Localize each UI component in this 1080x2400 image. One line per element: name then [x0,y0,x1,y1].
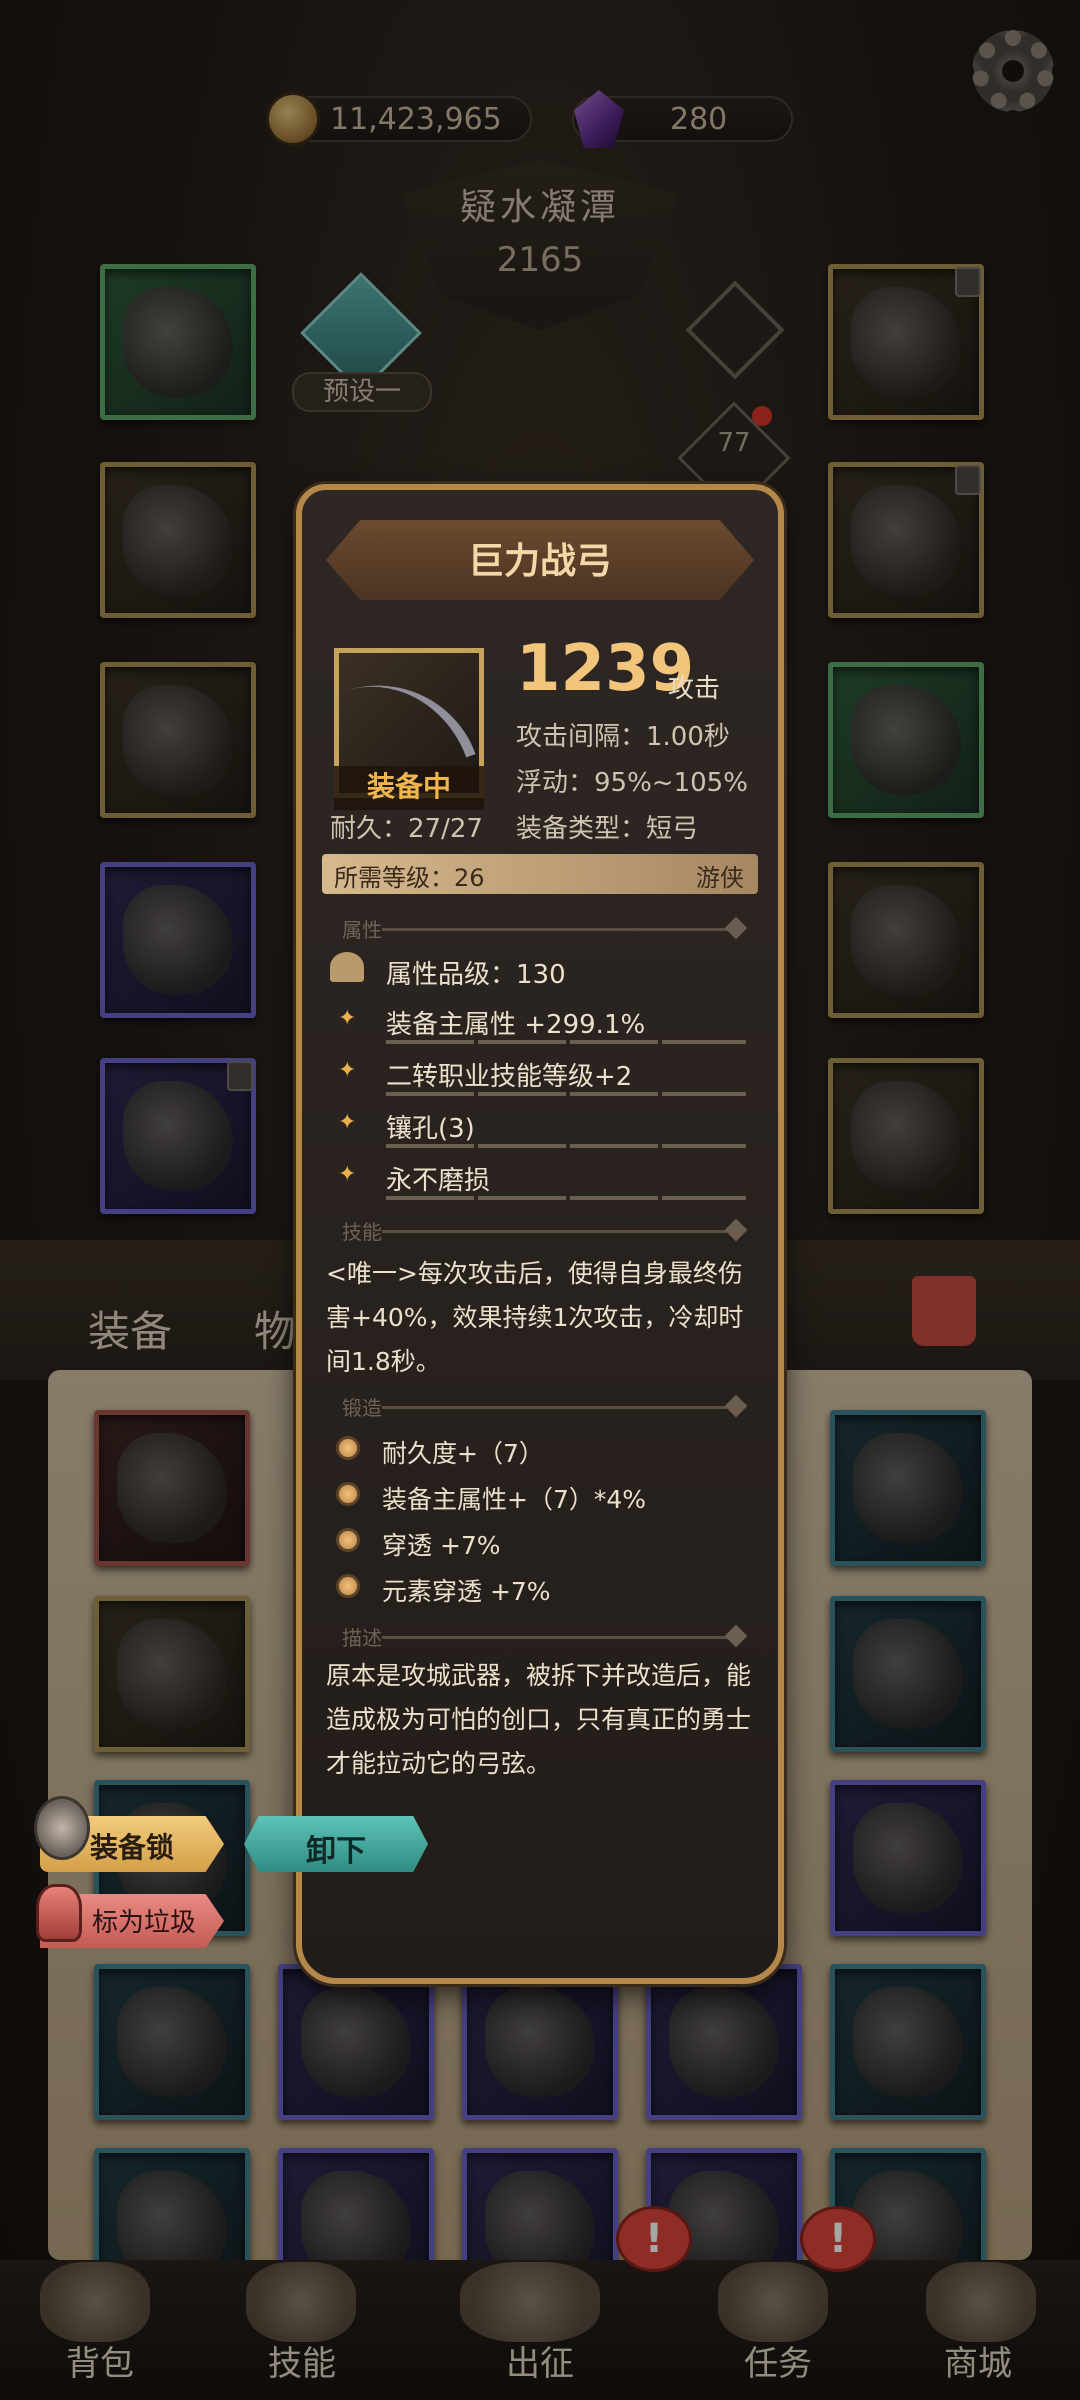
item-description: 原本是攻城武器，被拆下并改造后，能造成极为可怕的创口，只有真正的勇士才能拉动它的… [326,1661,752,1778]
divider [386,1040,746,1044]
attribute-row: 装备主属性 +299.1% [386,1010,646,1040]
padlock-icon [34,1796,90,1860]
forge-row: 元素穿透 +7% [382,1577,551,1606]
lotus-icon [330,952,364,982]
forge-row: 装备主属性+（7）*4% [382,1485,647,1514]
section-skill: 技能 [322,1216,758,1246]
item-name: 巨力战弓 [467,541,612,582]
divider [386,1092,746,1096]
equipment-lock-label: 装备锁 [90,1831,175,1864]
star-icon: ✦ [338,1058,357,1083]
attack-unit: 攻击 [668,674,721,704]
required-level: 所需等级：26 [334,864,485,892]
required-class: 游侠 [696,864,744,892]
skill-description: <唯一>每次攻击后，使得自身最终伤害+40%，效果持续1次攻击，冷却时间1.8秒… [326,1259,744,1376]
forge-dot-icon [336,1528,360,1552]
section-attributes: 属性 [322,914,758,944]
attribute-row: 永不磨损 [386,1166,491,1196]
star-icon: ✦ [338,1110,357,1135]
section-description: 描述 [322,1622,758,1652]
star-icon: ✦ [338,1162,357,1187]
attribute-grade: 属性品级：130 [386,960,566,990]
attribute-row: 二转职业技能等级+2 [386,1062,633,1092]
forge-dot-icon [336,1574,360,1598]
divider [386,1196,746,1200]
section-forge: 锻造 [322,1392,758,1422]
damage-float: 浮动：95%~105% [516,768,748,798]
forge-dot-icon [336,1436,360,1460]
star-icon: ✦ [338,1006,357,1031]
forge-row: 耐久度+（7） [382,1439,544,1468]
attack-interval: 攻击间隔：1.00秒 [516,722,730,752]
equipped-tag: 装备中 [334,766,484,810]
forge-dot-icon [336,1482,360,1506]
equipment-type: 装备类型：短弓 [516,814,699,844]
durability: 耐久：27/27 [330,814,483,844]
mark-as-junk-label: 标为垃圾 [92,1908,197,1938]
lantern-icon [36,1884,82,1942]
divider [386,1144,746,1148]
unequip-label: 卸下 [306,1834,366,1869]
item-detail-modal: 巨力战弓 装备中 耐久：27/27 1239 攻击 攻击间隔：1.00秒 浮动：… [296,484,784,1984]
forge-row: 穿透 +7% [382,1531,501,1560]
attribute-row: 镶孔(3) [386,1114,475,1144]
